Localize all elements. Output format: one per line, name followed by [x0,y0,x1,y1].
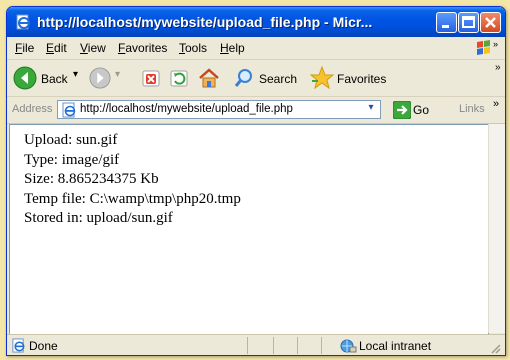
stored-in-line: Stored in: upload/sun.gif [24,210,173,226]
maximize-icon [462,16,475,28]
back-arrow-icon[interactable] [13,66,37,90]
menu-view[interactable]: View [80,41,106,55]
resize-grip-icon[interactable] [489,342,501,354]
menu-help[interactable]: Help [220,41,245,55]
title-bar[interactable]: http://localhost/mywebsite/upload_file.p… [7,7,505,37]
upload-type-line: Type: image/gif [24,151,120,168]
done-page-icon [12,338,25,353]
favorites-button-label[interactable]: Favorites [337,72,386,86]
status-separator [247,337,248,354]
search-button-label[interactable]: Search [259,72,297,86]
ie-page-icon [16,14,30,30]
menu-edit[interactable]: Edit [46,41,67,55]
minimize-icon [442,25,449,28]
menu-tools[interactable]: Tools [179,41,207,55]
address-dropdown-icon[interactable]: ▾ [364,102,378,117]
status-separator [273,337,274,354]
upload-size-line: Size: 8.865234375 Kb [24,171,159,187]
status-text: Done [29,339,58,353]
window-title: http://localhost/mywebsite/upload_file.p… [37,14,373,30]
upload-name-line: Upload: sun.gif [24,132,118,148]
menu-bar: File Edit View Favorites Tools Help » [7,37,505,60]
status-separator [321,337,322,354]
search-icon[interactable] [233,67,255,89]
address-url: http://localhost/mywebsite/upload_file.p… [80,103,293,115]
links-overflow-icon[interactable]: » [493,98,499,110]
browser-window: http://localhost/mywebsite/upload_file.p… [6,6,506,356]
maximize-button[interactable] [458,12,479,33]
page-content: Upload: sun.gif Type: image/gif Size: 8.… [9,124,489,335]
vertical-scrollbar[interactable] [488,124,505,333]
close-button[interactable] [480,12,501,33]
minimize-button[interactable] [436,12,457,33]
favorites-star-icon[interactable] [309,65,335,91]
stop-icon[interactable] [141,68,161,88]
menu-file[interactable]: File [15,41,34,55]
home-icon[interactable] [197,66,221,90]
windows-logo-icon: » [469,38,499,58]
status-bar: Done Local intranet [7,334,505,355]
address-label: Address [12,103,53,115]
back-button-label[interactable]: Back [41,72,68,86]
svg-text:»: » [493,39,498,49]
go-button-label[interactable]: Go [413,103,429,117]
zone-text: Local intranet [359,339,432,353]
forward-arrow-icon[interactable] [89,67,111,89]
toolbar-overflow-icon[interactable]: » [495,62,501,73]
address-input[interactable]: http://localhost/mywebsite/upload_file.p… [57,100,381,119]
refresh-icon[interactable] [169,68,189,88]
local-intranet-icon [340,339,357,353]
go-arrow-icon[interactable] [393,101,411,119]
page-icon [62,102,76,118]
address-bar: Address http://localhost/mywebsite/uploa… [7,97,505,124]
temp-file-line: Temp file: C:\wamp\tmp\php20.tmp [24,190,241,207]
back-dropdown-icon[interactable]: ▾ [73,69,78,80]
links-label[interactable]: Links [459,103,485,115]
forward-dropdown-icon[interactable]: ▾ [115,69,120,80]
close-icon [485,17,496,28]
menu-favorites[interactable]: Favorites [118,41,167,55]
status-separator [297,337,298,354]
toolbar: Back ▾ ▾ Search Favorites » [7,60,505,97]
